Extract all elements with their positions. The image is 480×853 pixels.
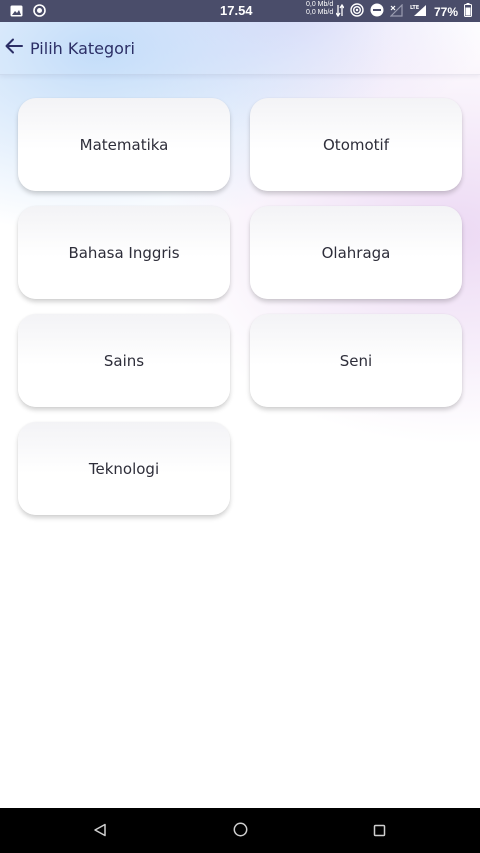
image-notification-icon xyxy=(10,5,23,20)
status-time: 17.54 xyxy=(220,3,253,18)
battery-percent: 77% xyxy=(433,4,458,19)
network-speed: 0,0 Mb/d 0,0 Mb/d xyxy=(306,1,333,17)
category-card-sains[interactable]: Sains xyxy=(18,314,230,407)
category-label: Olahraga xyxy=(321,243,391,262)
category-card-bahasa-inggris[interactable]: Bahasa Inggris xyxy=(18,206,230,299)
svg-text:LTE: LTE xyxy=(410,5,420,11)
category-card-teknologi[interactable]: Teknologi xyxy=(18,422,230,515)
category-label: Otomotif xyxy=(323,135,389,154)
do-not-disturb-icon xyxy=(370,3,384,20)
category-card-matematika[interactable]: Matematika xyxy=(18,98,230,191)
lte-signal-icon: LTE xyxy=(410,4,428,20)
circle-home-icon xyxy=(233,822,248,841)
status-left-icons xyxy=(10,4,46,20)
square-recents-icon xyxy=(373,822,386,841)
category-card-seni[interactable]: Seni xyxy=(250,314,462,407)
arrow-left-icon xyxy=(5,38,23,58)
data-transfer-icon xyxy=(335,3,345,20)
net-up: 0,0 Mb/d xyxy=(306,1,334,8)
app-bar: Pilih Kategori xyxy=(0,22,480,75)
net-down: 0,0 Mb/d xyxy=(306,9,334,16)
triangle-back-icon xyxy=(93,822,107,841)
category-card-olahraga[interactable]: Olahraga xyxy=(250,206,462,299)
nav-home-button[interactable] xyxy=(229,820,251,842)
navigation-bar xyxy=(0,808,480,853)
category-card-otomotif[interactable]: Otomotif xyxy=(250,98,462,191)
category-label: Seni xyxy=(339,351,373,370)
category-label: Bahasa Inggris xyxy=(68,243,180,262)
back-button[interactable] xyxy=(2,36,26,60)
hotspot-icon xyxy=(350,3,364,20)
category-label: Teknologi xyxy=(88,459,160,478)
status-bar: 17.54 0,0 Mb/d 0,0 Mb/d LTE 77% xyxy=(0,0,480,22)
no-signal-icon xyxy=(389,3,404,20)
category-label: Sains xyxy=(103,351,145,370)
page-title: Pilih Kategori xyxy=(30,38,135,58)
category-label: Matematika xyxy=(79,135,169,154)
nav-recents-button[interactable] xyxy=(368,820,390,842)
screen: 17.54 0,0 Mb/d 0,0 Mb/d LTE 77% Pilih Ka… xyxy=(0,0,480,853)
category-grid: Matematika Otomotif Bahasa Inggris Olahr… xyxy=(18,98,462,515)
battery-icon xyxy=(464,3,472,20)
nav-back-button[interactable] xyxy=(89,820,111,842)
status-right-icons: LTE 77% xyxy=(335,3,472,20)
record-notification-icon xyxy=(33,4,46,20)
